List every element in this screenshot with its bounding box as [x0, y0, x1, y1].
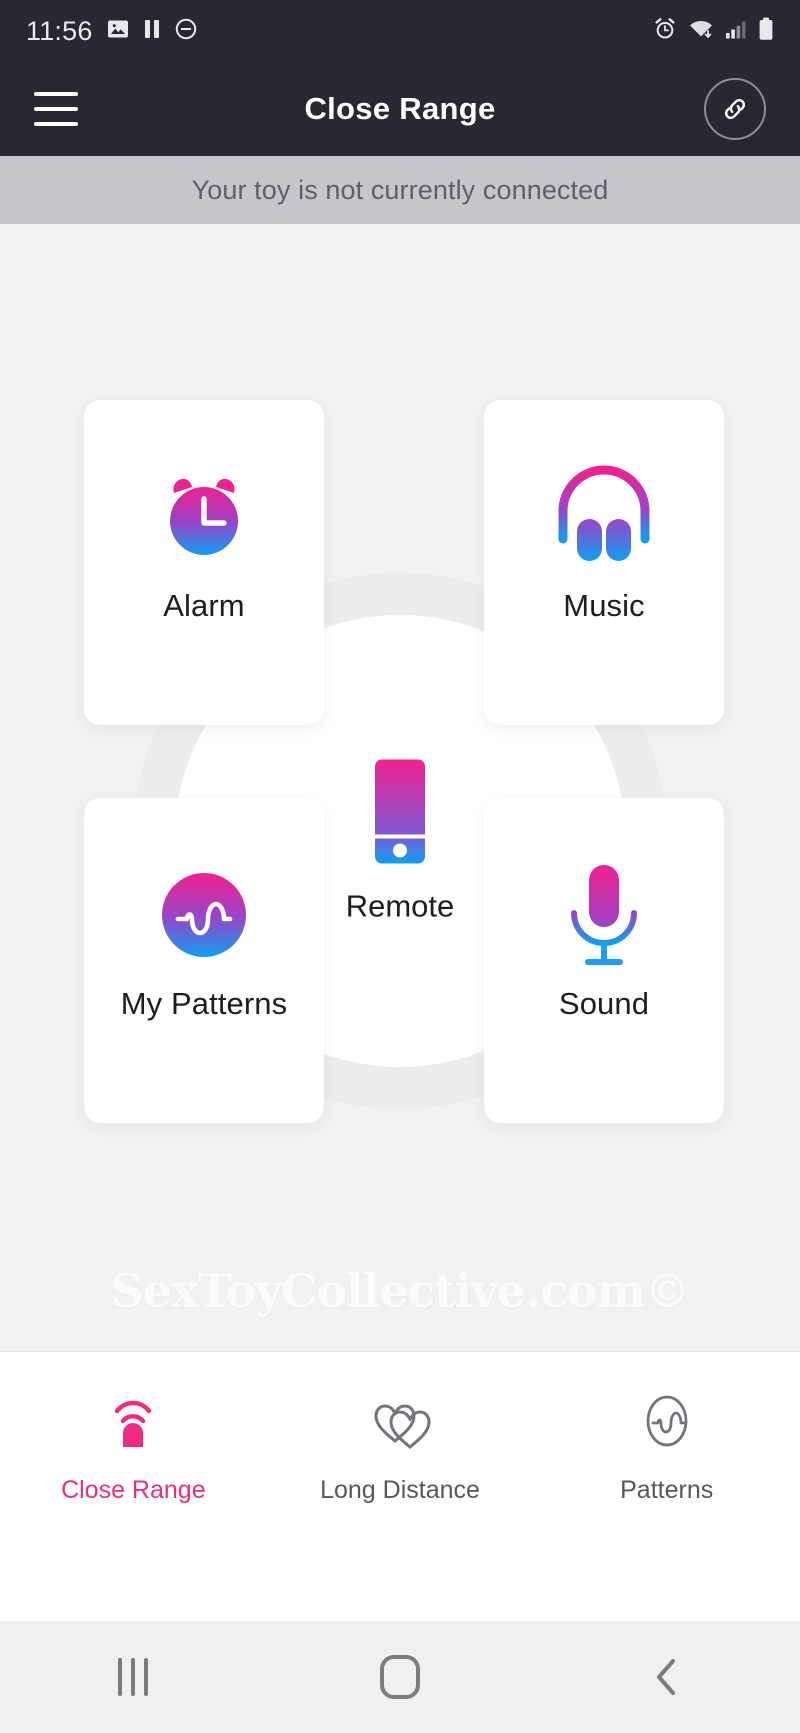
tab-label: Close Range	[61, 1476, 206, 1504]
wave-oval-icon	[631, 1384, 703, 1458]
do-not-disturb-icon	[174, 17, 198, 46]
feature-row-top: Alarm Music	[84, 400, 724, 725]
link-icon[interactable]	[704, 78, 766, 140]
card-label: Alarm	[163, 588, 245, 623]
status-bar-right	[653, 17, 774, 46]
card-alarm[interactable]: Alarm	[84, 400, 324, 725]
tab-patterns[interactable]: Patterns	[533, 1352, 800, 1505]
card-label: Remote	[345, 888, 455, 924]
phone-remote-icon	[361, 758, 439, 871]
main-content: Alarm Music My Patterns Sound Remote Sex…	[0, 224, 800, 1351]
tab-label: Patterns	[620, 1476, 714, 1504]
card-remote[interactable]: Remote	[250, 758, 550, 925]
status-bar-left: 11:56	[26, 16, 198, 47]
alarm-clock-icon	[152, 462, 256, 572]
app-bar: Close Range	[0, 62, 800, 156]
cellular-signal-icon	[725, 18, 747, 45]
back-icon[interactable]	[533, 1655, 800, 1699]
card-label: Sound	[558, 986, 650, 1021]
hamburger-menu-icon[interactable]	[34, 92, 78, 126]
page-title: Close Range	[304, 91, 496, 126]
tab-label: Long Distance	[320, 1476, 480, 1504]
toy-waves-icon	[97, 1384, 169, 1458]
phone-screen: 11:56 Close Range Your toy is not curren…	[0, 0, 800, 1733]
card-label: Music	[563, 588, 645, 623]
card-music[interactable]: Music	[484, 400, 724, 725]
system-navigation-bar	[0, 1621, 800, 1733]
alarm-icon	[653, 17, 677, 46]
status-bar-clock: 11:56	[26, 15, 93, 46]
bottom-tab-bar: Close Range Long Distance Patterns	[0, 1351, 800, 1621]
connection-banner-text: Your toy is not currently connected	[191, 174, 609, 205]
pattern-wave-circle-icon	[152, 860, 256, 970]
tab-close-range[interactable]: Close Range	[0, 1352, 267, 1505]
card-label: My Patterns	[120, 986, 288, 1021]
watermark: SexToyCollective.com©	[110, 1264, 691, 1318]
headphones-icon	[549, 462, 659, 572]
pause-icon	[143, 18, 161, 45]
recents-icon[interactable]	[0, 1658, 267, 1696]
wifi-icon	[688, 18, 714, 45]
status-bar: 11:56	[0, 0, 800, 62]
two-hearts-icon	[364, 1384, 436, 1458]
image-icon	[106, 17, 130, 46]
home-icon[interactable]	[267, 1655, 534, 1699]
tab-long-distance[interactable]: Long Distance	[267, 1352, 534, 1505]
connection-banner: Your toy is not currently connected	[0, 156, 800, 224]
battery-icon	[758, 17, 774, 46]
microphone-icon	[558, 860, 650, 970]
